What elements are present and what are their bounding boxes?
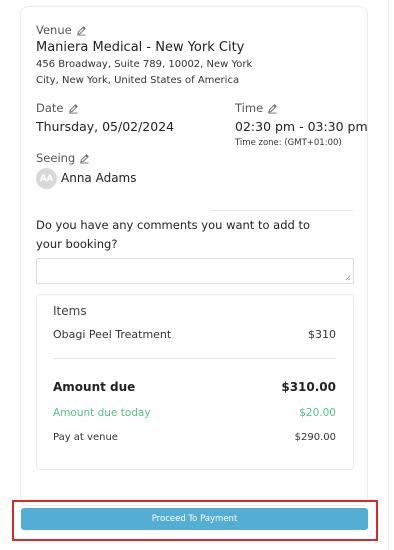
amount-due-row: Amount due $310.00 (53, 380, 336, 394)
seeing-label-group: Seeing (36, 151, 90, 165)
avatar: AA (36, 168, 57, 189)
timezone-text: Time zone: (GMT+01:00) (235, 138, 342, 148)
time-label-group: Time (235, 101, 278, 115)
proceed-to-payment-button[interactable]: Proceed To Payment (21, 508, 368, 530)
venue-label: Venue (36, 23, 72, 37)
item-price: $310 (308, 328, 336, 341)
time-value: 02:30 pm - 03:30 pm (235, 119, 368, 134)
section-divider (211, 210, 353, 211)
edit-seeing-pencil-icon[interactable] (79, 153, 90, 164)
amount-due-today-label: Amount due today (53, 407, 151, 419)
page-divider (388, 0, 389, 550)
pay-at-venue-row: Pay at venue $290.00 (53, 432, 336, 443)
amount-due-today-row: Amount due today $20.00 (53, 407, 336, 419)
item-name: Obagi Peel Treatment (53, 328, 172, 341)
venue-address: 456 Broadway, Suite 789, 10002, New York… (36, 59, 253, 86)
pay-at-venue-label: Pay at venue (53, 432, 118, 443)
date-label-group: Date (36, 101, 79, 115)
resize-grip-icon[interactable] (344, 274, 351, 281)
comments-question: Do you have any comments you want to add… (36, 218, 311, 251)
items-title: Items (53, 304, 87, 318)
list-item: Obagi Peel Treatment $310 (53, 328, 336, 341)
venue-name: Maniera Medical - New York City (36, 40, 245, 55)
edit-venue-pencil-icon[interactable] (76, 25, 87, 36)
date-label: Date (36, 101, 64, 115)
edit-date-pencil-icon[interactable] (68, 103, 79, 114)
date-value: Thursday, 05/02/2024 (36, 119, 175, 134)
comments-textarea[interactable] (36, 258, 354, 284)
pay-at-venue-value: $290.00 (294, 432, 336, 443)
items-divider (53, 358, 336, 359)
seeing-label: Seeing (36, 151, 76, 165)
amount-due-value: $310.00 (281, 380, 336, 394)
edit-time-pencil-icon[interactable] (267, 103, 278, 114)
time-label: Time (235, 101, 264, 115)
amount-due-today-value: $20.00 (299, 407, 336, 419)
amount-due-label: Amount due (53, 380, 136, 394)
venue-label-group: Venue (36, 23, 87, 37)
practitioner-name: Anna Adams (61, 171, 137, 185)
